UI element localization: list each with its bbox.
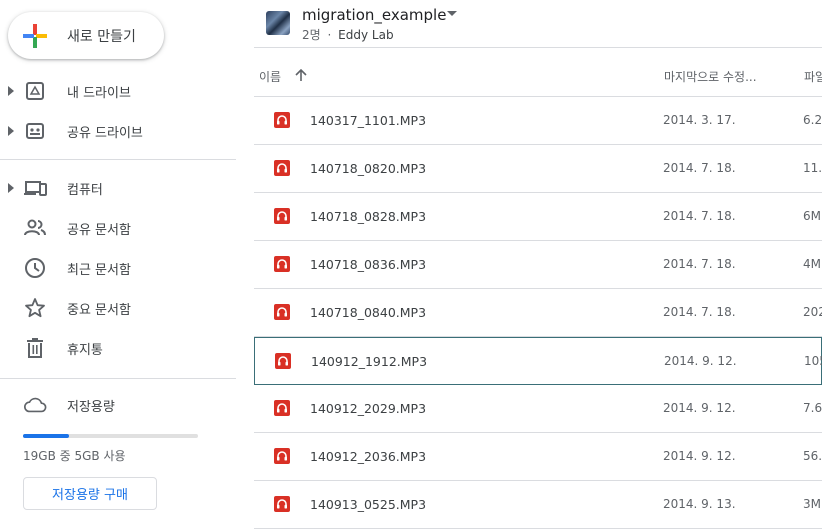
file-name: 140912_1912.MP3 xyxy=(311,354,428,369)
file-name: 140912_2036.MP3 xyxy=(310,449,427,464)
table-row[interactable]: 140912_2029.MP3 2014. 9. 12. 7.6 xyxy=(254,385,822,433)
table-row[interactable]: 140718_0840.MP3 2014. 7. 18. 202 xyxy=(254,289,822,337)
table-row[interactable]: 140912_2036.MP3 2014. 9. 12. 56. xyxy=(254,433,822,481)
sidebar-item-label: 컴퓨터 xyxy=(67,182,103,198)
column-header-modified[interactable]: 마지막으로 수정... xyxy=(664,68,757,85)
chevron-down-icon[interactable] xyxy=(446,10,458,18)
storage-meter-fill xyxy=(23,434,69,438)
file-name: 140718_0836.MP3 xyxy=(310,257,427,272)
sidebar-item-my-drive[interactable]: 내 드라이브 xyxy=(0,75,236,107)
storage-meter xyxy=(23,434,198,438)
sidebar-item-shared-drives[interactable]: 공유 드라이브 xyxy=(0,115,236,147)
table-row[interactable]: 140718_0836.MP3 2014. 7. 18. 4M xyxy=(254,241,822,289)
file-name: 140718_0828.MP3 xyxy=(310,209,427,224)
computers-icon xyxy=(23,176,47,200)
audio-file-icon xyxy=(274,112,290,128)
sidebar-item-label: 중요 문서함 xyxy=(67,302,131,318)
file-size: 11. xyxy=(803,161,822,175)
file-modified: 2014. 9. 12. xyxy=(663,401,736,415)
plus-icon xyxy=(23,23,47,48)
sidebar-item-recent[interactable]: 최근 문서함 xyxy=(0,252,236,284)
header-divider xyxy=(254,47,822,48)
folder-title[interactable]: migration_example xyxy=(302,6,446,24)
file-modified: 2014. 7. 18. xyxy=(663,305,736,319)
sidebar-item-label: 내 드라이브 xyxy=(67,85,131,101)
sidebar-item-starred[interactable]: 중요 문서함 xyxy=(0,292,236,324)
file-name: 140317_1101.MP3 xyxy=(310,113,427,128)
file-size: 7.6 xyxy=(803,401,822,415)
sidebar-item-label: 최근 문서함 xyxy=(67,262,131,278)
caret-right-icon[interactable] xyxy=(7,126,15,136)
file-size: 6M xyxy=(803,209,821,223)
buy-storage-button[interactable]: 저장용량 구매 xyxy=(23,477,157,510)
sidebar-item-label: 공유 문서함 xyxy=(67,222,131,238)
table-row[interactable]: 140718_0820.MP3 2014. 7. 18. 11. xyxy=(254,145,822,193)
new-button[interactable]: 새로 만들기 xyxy=(8,12,164,59)
file-size: 56. xyxy=(803,449,822,463)
file-modified: 2014. 7. 18. xyxy=(663,209,736,223)
file-modified: 2014. 7. 18. xyxy=(663,257,736,271)
folder-subtitle: 2명 · Eddy Lab xyxy=(302,26,394,43)
table-row[interactable]: 140912_1912.MP3 2014. 9. 12. 105 xyxy=(254,337,822,385)
file-size: 105 xyxy=(804,354,822,368)
folder-owner: Eddy Lab xyxy=(338,28,394,42)
cloud-icon xyxy=(23,393,47,417)
shared-drives-icon xyxy=(23,119,47,143)
sort-arrow-up-icon[interactable] xyxy=(295,68,307,82)
audio-file-icon xyxy=(274,208,290,224)
starred-icon xyxy=(23,296,47,320)
shared-with-me-icon xyxy=(23,216,47,240)
trash-icon xyxy=(23,336,47,360)
member-count: 2명 xyxy=(302,28,321,42)
sidebar-item-label: 휴지통 xyxy=(67,342,103,358)
divider xyxy=(0,378,236,379)
sidebar: 새로 만들기 내 드라이브 공유 드라이브 컴퓨터 공유 문서함 최근 문서함 xyxy=(0,0,240,529)
folder-thumbnail xyxy=(266,11,290,35)
sidebar-item-trash[interactable]: 휴지통 xyxy=(0,332,236,364)
audio-file-icon xyxy=(274,160,290,176)
column-header-size[interactable]: 파일 xyxy=(804,68,822,85)
caret-right-icon[interactable] xyxy=(7,86,15,96)
audio-file-icon xyxy=(274,448,290,464)
file-modified: 2014. 9. 13. xyxy=(663,497,736,511)
sidebar-item-label: 공유 드라이브 xyxy=(67,125,143,141)
column-name-label: 이름 xyxy=(259,70,282,84)
file-size: 3M xyxy=(803,497,821,511)
file-size: 6.2 xyxy=(803,113,822,127)
audio-file-icon xyxy=(275,353,291,369)
file-name: 140913_0525.MP3 xyxy=(310,497,427,512)
audio-file-icon xyxy=(274,304,290,320)
new-button-label: 새로 만들기 xyxy=(67,28,136,45)
table-row[interactable]: 140718_0828.MP3 2014. 7. 18. 6M xyxy=(254,193,822,241)
divider xyxy=(0,159,236,160)
file-modified: 2014. 3. 17. xyxy=(663,113,736,127)
file-name: 140718_0840.MP3 xyxy=(310,305,427,320)
file-name: 140912_2029.MP3 xyxy=(310,401,427,416)
storage-label: 저장용량 xyxy=(67,399,115,415)
my-drive-icon xyxy=(23,79,47,103)
file-modified: 2014. 7. 18. xyxy=(663,161,736,175)
audio-file-icon xyxy=(274,400,290,416)
file-name: 140718_0820.MP3 xyxy=(310,161,427,176)
sidebar-item-shared-with-me[interactable]: 공유 문서함 xyxy=(0,212,236,244)
sidebar-item-storage[interactable]: 저장용량 xyxy=(0,389,236,421)
file-size: 202 xyxy=(803,305,822,319)
storage-usage-text: 19GB 중 5GB 사용 xyxy=(23,449,126,463)
table-row[interactable]: 140317_1101.MP3 2014. 3. 17. 6.2 xyxy=(254,97,822,145)
recent-icon xyxy=(23,256,47,280)
column-header-name[interactable]: 이름 xyxy=(259,68,307,85)
audio-file-icon xyxy=(274,496,290,512)
separator: · xyxy=(327,28,332,42)
caret-right-icon[interactable] xyxy=(7,183,15,193)
sidebar-item-computers[interactable]: 컴퓨터 xyxy=(0,172,236,204)
audio-file-icon xyxy=(274,256,290,272)
file-size: 4M xyxy=(803,257,821,271)
file-modified: 2014. 9. 12. xyxy=(664,354,737,368)
file-modified: 2014. 9. 12. xyxy=(663,449,736,463)
table-row[interactable]: 140913_0525.MP3 2014. 9. 13. 3M xyxy=(254,481,822,529)
